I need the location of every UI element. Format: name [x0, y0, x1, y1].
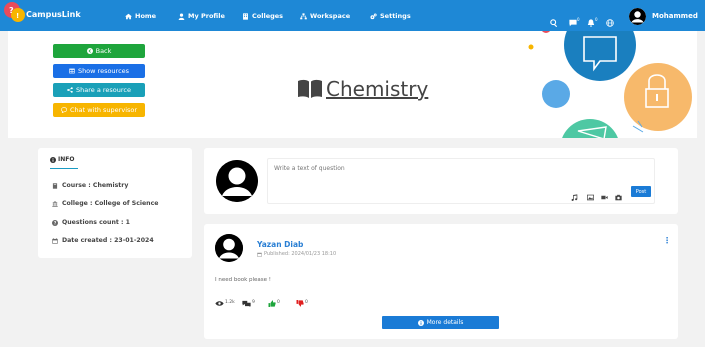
svg-text:?: ?: [9, 6, 14, 15]
sitemap-icon: [300, 12, 307, 19]
book-open-icon: [298, 79, 322, 98]
nav-home-label: Home: [135, 12, 157, 20]
nav-colleges-label: Colleges: [252, 12, 284, 20]
comments-stat[interactable]: 9: [242, 300, 255, 307]
nav-settings[interactable]: Settings: [370, 12, 411, 20]
gears-icon: [370, 13, 377, 19]
chat-bubble-icon: [60, 107, 67, 113]
messages-badge: 0: [577, 17, 580, 22]
like-stat[interactable]: 0: [268, 300, 280, 307]
post-author[interactable]: Yazan Diab: [257, 240, 303, 249]
calendar-icon: [52, 237, 58, 244]
chat-supervisor-label: Chat with supervisor: [69, 106, 138, 114]
info-questions: ? Questions count : 1: [52, 219, 130, 226]
info-college: College : College of Science: [52, 200, 158, 207]
info-college-text: College : College of Science: [62, 200, 159, 207]
more-details-button[interactable]: More details: [382, 316, 499, 329]
nav-workspace-label: Workspace: [310, 12, 351, 20]
info-date-created: Date created : 23-01-2024: [52, 237, 154, 244]
composer-avatar: [216, 160, 258, 202]
nav-workspace[interactable]: Workspace: [300, 12, 350, 20]
building-icon: [243, 12, 248, 20]
user-avatar[interactable]: [629, 8, 646, 25]
subject-title-text: Chemistry: [326, 77, 429, 101]
svg-text:!: !: [16, 12, 19, 20]
campuslink-logo[interactable]: ? !: [3, 1, 27, 25]
info-date-text: Date created : 23-01-2024: [62, 237, 154, 244]
info-course: Course : Chemistry: [52, 182, 128, 189]
top-navbar: ? ! CampusLink Home My Profile Colleges …: [0, 0, 705, 31]
show-resources-button[interactable]: Show resources: [53, 64, 145, 78]
eye-icon: [215, 301, 224, 306]
camera-icon[interactable]: [615, 186, 622, 201]
back-button[interactable]: Back: [53, 44, 145, 58]
dislikes-count: 0: [305, 300, 308, 305]
author-avatar[interactable]: [215, 234, 243, 262]
info-circle-icon: [417, 319, 424, 326]
info-questions-text: Questions count : 1: [62, 219, 130, 226]
calendar-icon: [257, 252, 262, 257]
brand-name[interactable]: CampusLink: [26, 10, 81, 19]
thumbs-down-icon: [296, 300, 304, 307]
arrow-left-circle-icon: [86, 48, 93, 54]
question-composer: Write a text of question: [204, 148, 678, 214]
chat-supervisor-button[interactable]: Chat with supervisor: [53, 103, 145, 117]
post-body: I need book please !: [215, 277, 271, 283]
share-resource-label: Share a resource: [76, 86, 131, 94]
post-published-text: Published: 2024/01/23 18:10: [264, 251, 337, 257]
nav-my-profile[interactable]: My Profile: [178, 12, 225, 20]
audio-upload-icon[interactable]: [571, 186, 578, 201]
info-heading: INFO: [50, 156, 74, 163]
user-icon: [178, 12, 185, 20]
course-info-card: INFO Course : Chemistry College : Colleg…: [38, 148, 192, 258]
views-stat: 1.2k: [215, 300, 235, 307]
comments-count: 9: [252, 300, 255, 305]
show-resources-label: Show resources: [77, 67, 130, 75]
share-resource-button[interactable]: Share a resource: [53, 83, 145, 97]
info-course-text: Course : Chemistry: [62, 182, 129, 189]
share-icon: [67, 87, 73, 93]
post-published: Published: 2024/01/23 18:10: [257, 251, 336, 257]
back-label: Back: [95, 47, 112, 55]
user-name[interactable]: Mohammed: [652, 12, 698, 20]
hero-illustration: [528, 31, 692, 138]
globe-icon[interactable]: [606, 12, 614, 27]
university-icon: [52, 200, 58, 207]
nav-settings-label: Settings: [380, 12, 411, 20]
dislike-stat[interactable]: 0: [296, 300, 308, 307]
table-icon: [69, 68, 75, 74]
subject-title: Chemistry: [297, 77, 428, 101]
more-details-label: More details: [426, 319, 464, 326]
course-hero-banner: Back Show resources Share a resource Cha…: [8, 31, 697, 138]
info-underline: [50, 168, 78, 169]
video-upload-icon[interactable]: [601, 186, 608, 200]
question-circle-icon: ?: [52, 219, 58, 226]
messages-icon[interactable]: [569, 12, 577, 27]
notifications-badge: 0: [595, 17, 598, 22]
comments-icon: [242, 300, 251, 307]
search-icon[interactable]: [550, 12, 558, 28]
nav-my-profile-label: My Profile: [188, 12, 225, 20]
bell-icon[interactable]: [587, 12, 595, 27]
likes-count: 0: [277, 300, 280, 305]
nav-colleges[interactable]: Colleges: [242, 12, 283, 20]
book-icon: [52, 182, 58, 189]
home-icon: [125, 13, 132, 19]
question-post-card: Yazan Diab Published: 2024/01/23 18:10 ⋮…: [204, 224, 678, 339]
post-options-icon[interactable]: ⋮: [663, 236, 671, 245]
info-circle-icon: [50, 156, 56, 163]
info-title-text: INFO: [58, 156, 75, 163]
post-button[interactable]: Post: [631, 186, 651, 197]
thumbs-up-icon: [268, 300, 276, 307]
views-count: 1.2k: [225, 300, 235, 305]
nav-home[interactable]: Home: [125, 12, 156, 20]
question-input[interactable]: Write a text of question: [267, 158, 655, 204]
image-upload-icon[interactable]: [587, 186, 594, 201]
